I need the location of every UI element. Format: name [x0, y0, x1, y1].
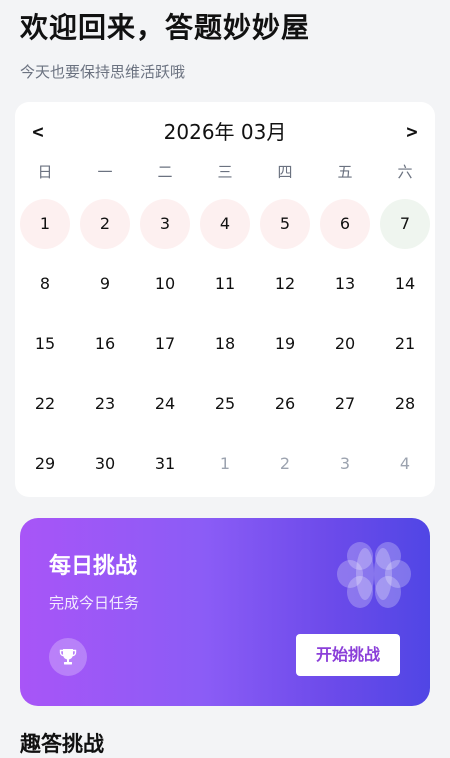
calendar-day[interactable]: 15 [20, 319, 70, 369]
calendar-day[interactable]: 5 [260, 199, 310, 249]
calendar-day[interactable]: 1 [20, 199, 70, 249]
calendar-day[interactable]: 10 [140, 259, 190, 309]
calendar-card: < 2026年 03月 > 日 一 二 三 四 五 六 1 2 3 4 5 6 7 8 9 10 1… [15, 102, 435, 497]
weekday-thu: 四 [277, 163, 293, 181]
daily-challenge-card: 每日挑战 完成今日任务 开始挑战 [20, 518, 430, 706]
calendar-day[interactable]: 30 [80, 439, 130, 489]
brain-icon [337, 542, 411, 608]
calendar-day[interactable]: 19 [260, 319, 310, 369]
month-label: 2026年 03月 [163, 120, 287, 144]
weekday-sun: 日 [37, 163, 53, 181]
calendar-nav: < 2026年 03月 > [15, 114, 435, 150]
calendar-day[interactable]: 13 [320, 259, 370, 309]
calendar-day[interactable]: 2 [80, 199, 130, 249]
calendar-day[interactable]: 23 [80, 379, 130, 429]
trophy-badge [49, 638, 87, 676]
trophy-icon [59, 649, 77, 665]
calendar-day[interactable]: 24 [140, 379, 190, 429]
calendar-day[interactable]: 9 [80, 259, 130, 309]
weekday-mon: 一 [97, 163, 113, 181]
calendar-day-next-month[interactable]: 3 [320, 439, 370, 489]
calendar-day[interactable]: 29 [20, 439, 70, 489]
calendar-day[interactable]: 3 [140, 199, 190, 249]
calendar-day[interactable]: 25 [200, 379, 250, 429]
section-title: 趣答挑战 [20, 732, 104, 756]
calendar-day[interactable]: 27 [320, 379, 370, 429]
calendar-day[interactable]: 12 [260, 259, 310, 309]
weekday-tue: 二 [157, 163, 173, 181]
calendar-day[interactable]: 20 [320, 319, 370, 369]
calendar-day-next-month[interactable]: 1 [200, 439, 250, 489]
calendar-day[interactable]: 17 [140, 319, 190, 369]
calendar-day[interactable]: 22 [20, 379, 70, 429]
weekday-fri: 五 [337, 163, 353, 181]
calendar-day[interactable]: 31 [140, 439, 190, 489]
challenge-subtitle: 完成今日任务 [49, 594, 140, 612]
calendar-day[interactable]: 6 [320, 199, 370, 249]
start-challenge-button[interactable]: 开始挑战 [296, 634, 400, 676]
calendar-day-next-month[interactable]: 2 [260, 439, 310, 489]
challenge-title: 每日挑战 [49, 554, 138, 579]
weekday-header: 日 一 二 三 四 五 六 [15, 160, 435, 184]
calendar-day[interactable]: 16 [80, 319, 130, 369]
weekday-wed: 三 [217, 163, 233, 181]
calendar-day[interactable]: 28 [380, 379, 430, 429]
calendar-day[interactable]: 21 [380, 319, 430, 369]
calendar-day[interactable]: 8 [20, 259, 70, 309]
next-month-button[interactable]: > [394, 114, 430, 150]
calendar-day[interactable]: 14 [380, 259, 430, 309]
weekday-sat: 六 [397, 163, 413, 181]
calendar-day[interactable]: 4 [200, 199, 250, 249]
page-subtitle: 今天也要保持思维活跃哦 [20, 63, 186, 81]
page-title: 欢迎回来，答题妙妙屋 [20, 11, 311, 44]
calendar-day-next-month[interactable]: 4 [380, 439, 430, 489]
calendar-day[interactable]: 18 [200, 319, 250, 369]
calendar-day[interactable]: 11 [200, 259, 250, 309]
calendar-day[interactable]: 7 [380, 199, 430, 249]
calendar-day[interactable]: 26 [260, 379, 310, 429]
